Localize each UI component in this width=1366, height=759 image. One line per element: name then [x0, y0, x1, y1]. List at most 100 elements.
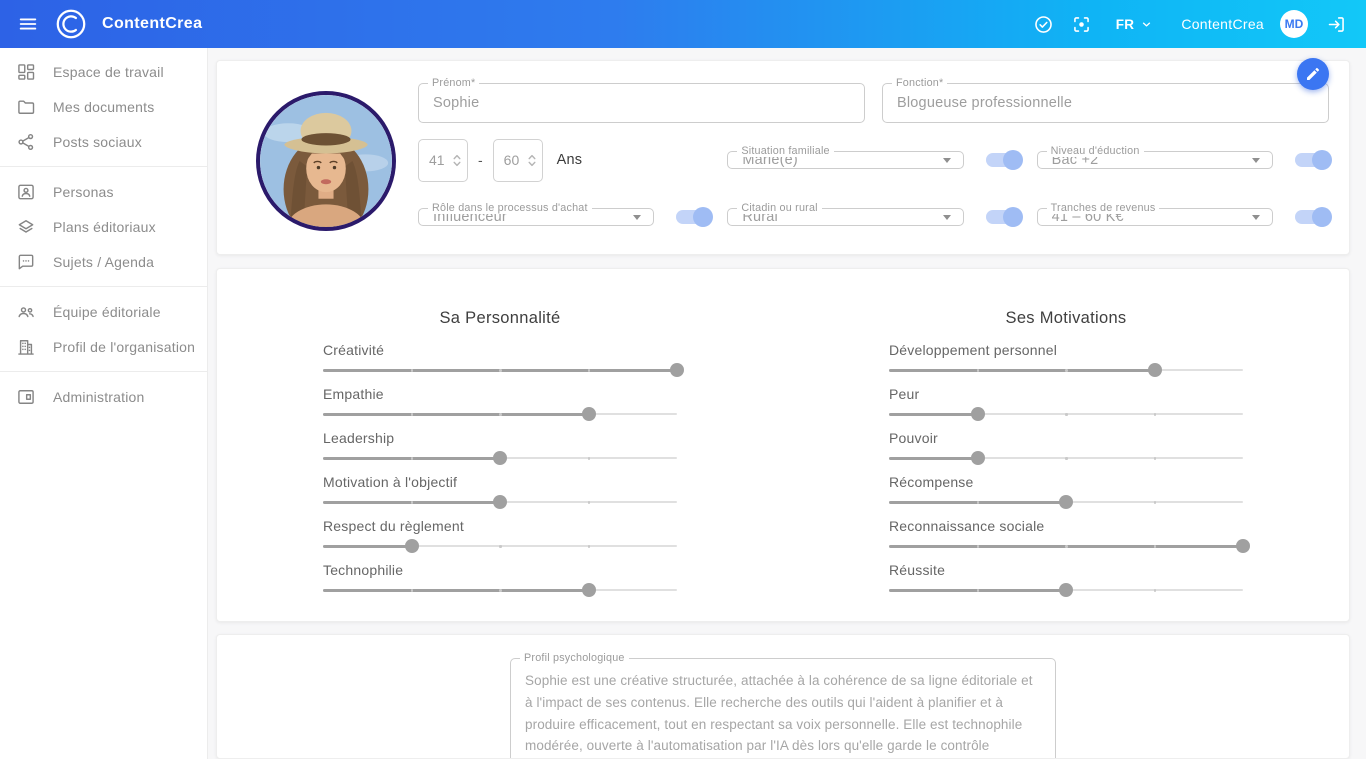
sidebar-item-mes-documents[interactable]: Mes documents [0, 89, 207, 124]
topbar-right: FR ContentCrea MD [1024, 6, 1354, 42]
slider-label: Peur [889, 386, 920, 402]
sidebar-item-equipe-editoriale[interactable]: Équipe éditoriale [0, 294, 207, 329]
slider-mark [410, 589, 413, 592]
prenom-label: Prénom* [428, 77, 480, 89]
tranches-revenus-select[interactable]: Tranches de revenus 41 – 60 K€ [1036, 202, 1273, 227]
validate-check-icon[interactable] [1026, 6, 1062, 42]
prenom-field[interactable]: Prénom* Sophie [418, 77, 865, 123]
sidebar-item-personas[interactable]: Personas [0, 174, 207, 209]
citadin-rural-select[interactable]: Citadin ou rural Rural [727, 202, 964, 227]
slider-thumb[interactable] [970, 407, 985, 421]
chat-bubble-icon [16, 252, 36, 272]
psych-profile-textarea[interactable]: Profil psychologique Sophie est une créa… [510, 652, 1056, 758]
slider-mark [499, 589, 502, 592]
sidebar-item-label: Plans éditoriaux [53, 218, 156, 235]
reconnaissance-sociale-slider[interactable] [889, 539, 1250, 553]
technophilie-slider[interactable] [323, 583, 677, 597]
sidebar-item-label: Posts sociaux [53, 133, 142, 150]
slider-mark [587, 545, 590, 548]
developpement-personnel-slider[interactable] [889, 363, 1243, 377]
slider-thumb[interactable] [670, 363, 684, 377]
creativite-slider[interactable] [323, 363, 684, 377]
citadin-rural-toggle[interactable] [985, 207, 1023, 228]
recompense-slider[interactable] [889, 495, 1243, 509]
slider-fill [323, 588, 589, 592]
slider-label: Reconnaissance sociale [889, 518, 1045, 534]
sidebar-item-sujets-agenda[interactable]: Sujets / Agenda [0, 244, 207, 279]
role-processus-achat-select[interactable]: Rôle dans le processus d'achat Influence… [418, 202, 655, 227]
sidebar-item-label: Sujets / Agenda [53, 253, 155, 270]
slider-thumb[interactable] [493, 495, 507, 509]
situation-familiale-select[interactable]: Situation familiale Marié(e) [727, 145, 964, 170]
sidebar-divider [0, 166, 207, 167]
logout-icon[interactable] [1318, 6, 1354, 42]
slider-mark [587, 457, 590, 460]
slider-thumb[interactable] [404, 539, 419, 553]
motivations-column: Ses Motivations Développement personnel P… [783, 309, 1349, 621]
pouvoir-slider[interactable] [889, 451, 1243, 465]
age-min-value: 41 [429, 152, 445, 169]
dashboard-icon [16, 62, 36, 82]
niveau-education-select[interactable]: Niveau d'éduction Bac +2 [1036, 145, 1273, 170]
slider-mark [1153, 545, 1156, 548]
slider-mark [1065, 545, 1068, 548]
select-label: Tranches de revenus [1046, 202, 1160, 215]
sidebar-item-plans-editoriaux[interactable]: Plans éditoriaux [0, 209, 207, 244]
slider-thumb[interactable] [1236, 539, 1250, 553]
people-icon [16, 302, 36, 322]
slider-thumb[interactable] [581, 407, 596, 421]
fonction-field[interactable]: Fonction* Blogueuse professionnelle [882, 77, 1329, 123]
center-focus-icon[interactable] [1064, 6, 1100, 42]
respect-du-reglement-slider[interactable] [323, 539, 677, 553]
sidebar-item-label: Personas [53, 183, 114, 200]
sidebar-divider [0, 371, 207, 372]
situation-familiale-toggle[interactable] [985, 150, 1023, 171]
tranches-revenus-toggle[interactable] [1295, 207, 1332, 228]
slider-thumb[interactable] [1059, 583, 1073, 597]
sidebar-item-administration[interactable]: Administration [0, 379, 207, 414]
avatar[interactable]: MD [1280, 10, 1308, 38]
menu-icon[interactable] [10, 6, 46, 42]
identity-fields: Prénom* Sophie Fonction* Blogueuse profe… [418, 77, 1332, 238]
sidebar-item-espace-de-travail[interactable]: Espace de travail [0, 54, 207, 89]
slider-thumb[interactable] [493, 451, 507, 465]
number-spinner-icon[interactable] [527, 153, 537, 168]
slider-thumb[interactable] [581, 583, 596, 597]
slider-row-reussite: Réussite [889, 561, 1243, 597]
niveau-education-toggle[interactable] [1295, 150, 1332, 171]
number-spinner-icon[interactable] [452, 153, 462, 168]
slider-mark [499, 413, 502, 416]
slider-row-peur: Peur [889, 385, 1243, 421]
slider-label: Développement personnel [889, 342, 1058, 358]
motivation-a-l-objectif-slider[interactable] [323, 495, 677, 509]
empathie-slider[interactable] [323, 407, 677, 421]
slider-thumb[interactable] [1147, 363, 1162, 377]
slider-mark [410, 501, 413, 504]
slider-mark [1153, 501, 1156, 504]
slider-thumb[interactable] [1059, 495, 1073, 509]
slider-mark [499, 369, 502, 372]
sidebar-item-label: Mes documents [53, 98, 155, 115]
dropdown-arrow-icon [942, 214, 951, 220]
slider-fill [323, 544, 412, 548]
slider-mark [976, 369, 979, 372]
sidebar-item-posts-sociaux[interactable]: Posts sociaux [0, 124, 207, 159]
niveau-education-group: Niveau d'éduction Bac +2 [1036, 139, 1332, 182]
slider-thumb[interactable] [970, 451, 985, 465]
peur-slider[interactable] [889, 407, 1243, 421]
slider-label: Technophilie [323, 562, 404, 578]
slider-row-pouvoir: Pouvoir [889, 429, 1243, 465]
age-max-input[interactable]: 60 [492, 138, 543, 182]
language-selector[interactable]: FR [1116, 17, 1154, 32]
leadership-slider[interactable] [323, 451, 677, 465]
sidebar-item-profil-de-l-organisation[interactable]: Profil de l'organisation [0, 329, 207, 364]
age-min-input[interactable]: 41 [418, 138, 468, 182]
slider-label: Respect du règlement [323, 518, 464, 534]
personality-column: Sa Personnalité Créativité Empathie Leader… [217, 309, 783, 621]
role-processus-achat-toggle[interactable] [676, 207, 714, 228]
reussite-slider[interactable] [889, 583, 1243, 597]
slider-mark [1065, 457, 1068, 460]
slider-mark [1065, 413, 1068, 416]
pencil-icon [1307, 67, 1320, 80]
edit-button[interactable] [1297, 58, 1329, 90]
